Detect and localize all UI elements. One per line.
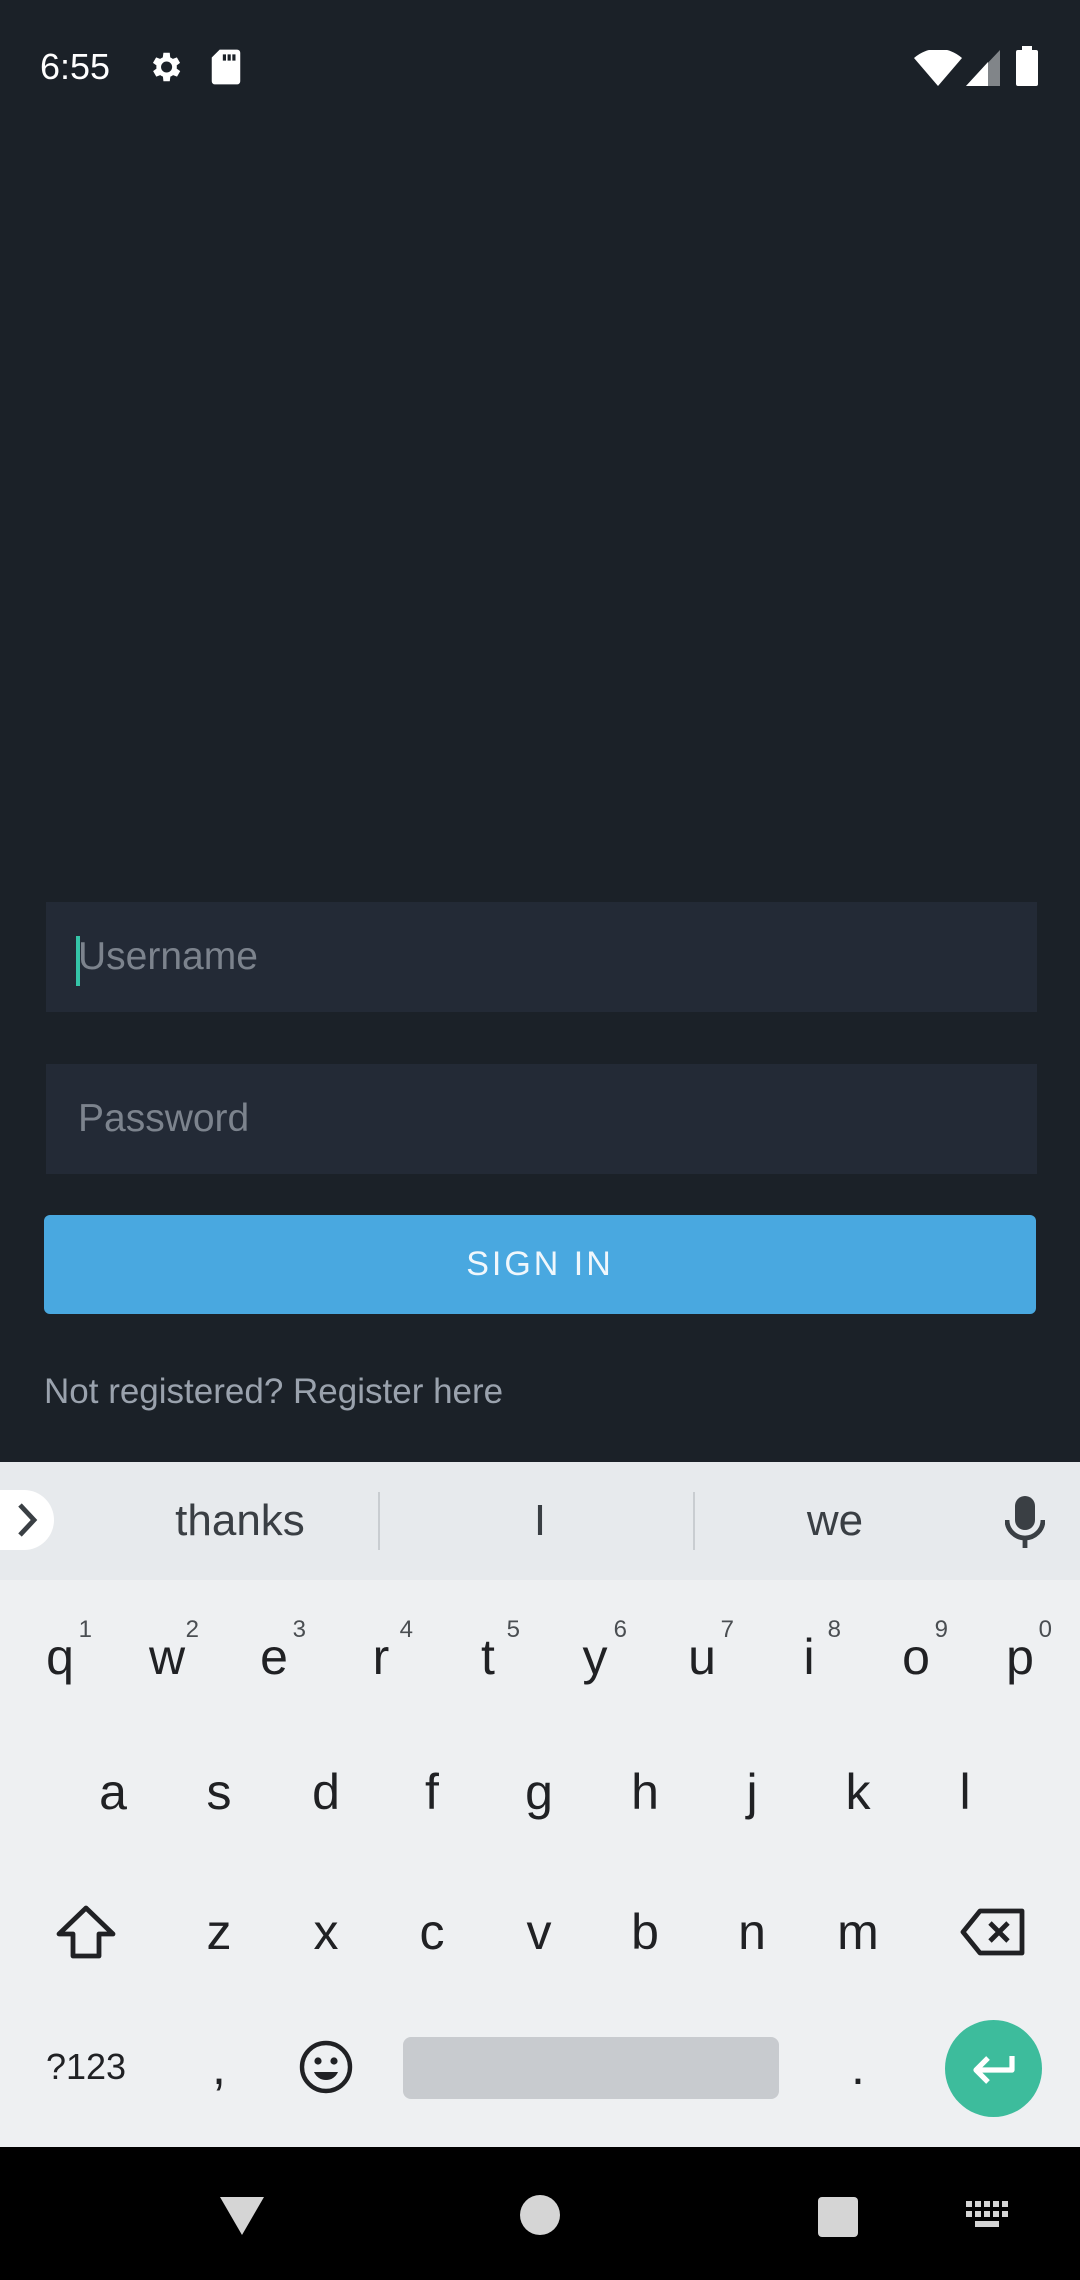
- key-l[interactable]: l: [911, 1727, 1019, 1857]
- gear-icon: [152, 52, 181, 82]
- key-f[interactable]: f: [378, 1727, 486, 1857]
- key-n[interactable]: n: [698, 1867, 806, 1997]
- key-m[interactable]: m: [804, 1867, 912, 1997]
- key-i[interactable]: i8: [755, 1592, 863, 1722]
- home-icon[interactable]: [520, 2195, 560, 2235]
- back-icon[interactable]: [220, 2197, 264, 2235]
- enter-key[interactable]: [945, 2020, 1042, 2117]
- key-y[interactable]: y6: [541, 1592, 649, 1722]
- status-time: 6:55: [40, 46, 111, 87]
- suggestion-divider: [378, 1492, 380, 1550]
- key-t[interactable]: t5: [434, 1592, 542, 1722]
- expand-toolbar-button[interactable]: [0, 1490, 54, 1550]
- sign-in-button[interactable]: SIGN IN: [44, 1215, 1036, 1314]
- chevron-right-icon: [18, 1503, 38, 1537]
- enter-icon: [972, 2055, 1015, 2084]
- key-r[interactable]: r4: [327, 1592, 435, 1722]
- key-a[interactable]: a: [59, 1727, 167, 1857]
- password-field[interactable]: [46, 1064, 1037, 1174]
- key-h[interactable]: h: [591, 1727, 699, 1857]
- shift-key[interactable]: [32, 1867, 140, 1997]
- key-c[interactable]: c: [378, 1867, 486, 1997]
- key-period[interactable]: .: [804, 2002, 912, 2132]
- emoji-key[interactable]: [272, 2002, 380, 2132]
- navigation-bar: [0, 2147, 1080, 2280]
- soft-keyboard: thanks I we q1 w2 e3 r4 t5 y6 u7 i8 o9 p…: [0, 1462, 1080, 2147]
- key-g[interactable]: g: [485, 1727, 593, 1857]
- key-z[interactable]: z: [165, 1867, 273, 1997]
- suggestion-1[interactable]: thanks: [90, 1462, 390, 1580]
- key-e[interactable]: e3: [220, 1592, 328, 1722]
- password-input[interactable]: [46, 1064, 1037, 1174]
- suggestion-2[interactable]: I: [390, 1462, 690, 1580]
- key-p[interactable]: p0: [966, 1592, 1074, 1722]
- text-cursor: [76, 936, 80, 986]
- username-field[interactable]: [46, 902, 1037, 1012]
- signal-icon: [966, 50, 1000, 86]
- key-x[interactable]: x: [272, 1867, 380, 1997]
- sd-card-icon: [211, 49, 241, 85]
- key-q[interactable]: q1: [6, 1592, 114, 1722]
- key-w[interactable]: w2: [113, 1592, 221, 1722]
- key-k[interactable]: k: [804, 1727, 912, 1857]
- register-link[interactable]: Not registered? Register here: [44, 1372, 503, 1412]
- key-b[interactable]: b: [591, 1867, 699, 1997]
- key-v[interactable]: v: [485, 1867, 593, 1997]
- key-j[interactable]: j: [698, 1727, 806, 1857]
- recents-icon[interactable]: [818, 2197, 858, 2237]
- emoji-icon: [299, 2040, 353, 2094]
- suggestion-bar: thanks I we: [0, 1462, 1080, 1580]
- key-u[interactable]: u7: [648, 1592, 756, 1722]
- key-d[interactable]: d: [272, 1727, 380, 1857]
- spacebar[interactable]: [403, 2037, 779, 2099]
- wifi-icon: [914, 50, 962, 86]
- microphone-icon[interactable]: [1005, 1496, 1045, 1550]
- symbols-key[interactable]: ?123: [32, 2002, 140, 2132]
- battery-icon: [1016, 46, 1038, 86]
- key-o[interactable]: o9: [862, 1592, 970, 1722]
- shift-icon: [56, 1905, 116, 1959]
- suggestion-3[interactable]: we: [690, 1462, 980, 1580]
- keyboard-switch-icon[interactable]: [966, 2201, 1008, 2231]
- status-bar: 6:55: [0, 0, 1080, 140]
- username-input[interactable]: [46, 902, 1037, 1012]
- backspace-icon: [960, 1908, 1025, 1956]
- key-s[interactable]: s: [165, 1727, 273, 1857]
- key-comma[interactable]: ,: [165, 2002, 273, 2132]
- backspace-key[interactable]: [940, 1867, 1048, 1997]
